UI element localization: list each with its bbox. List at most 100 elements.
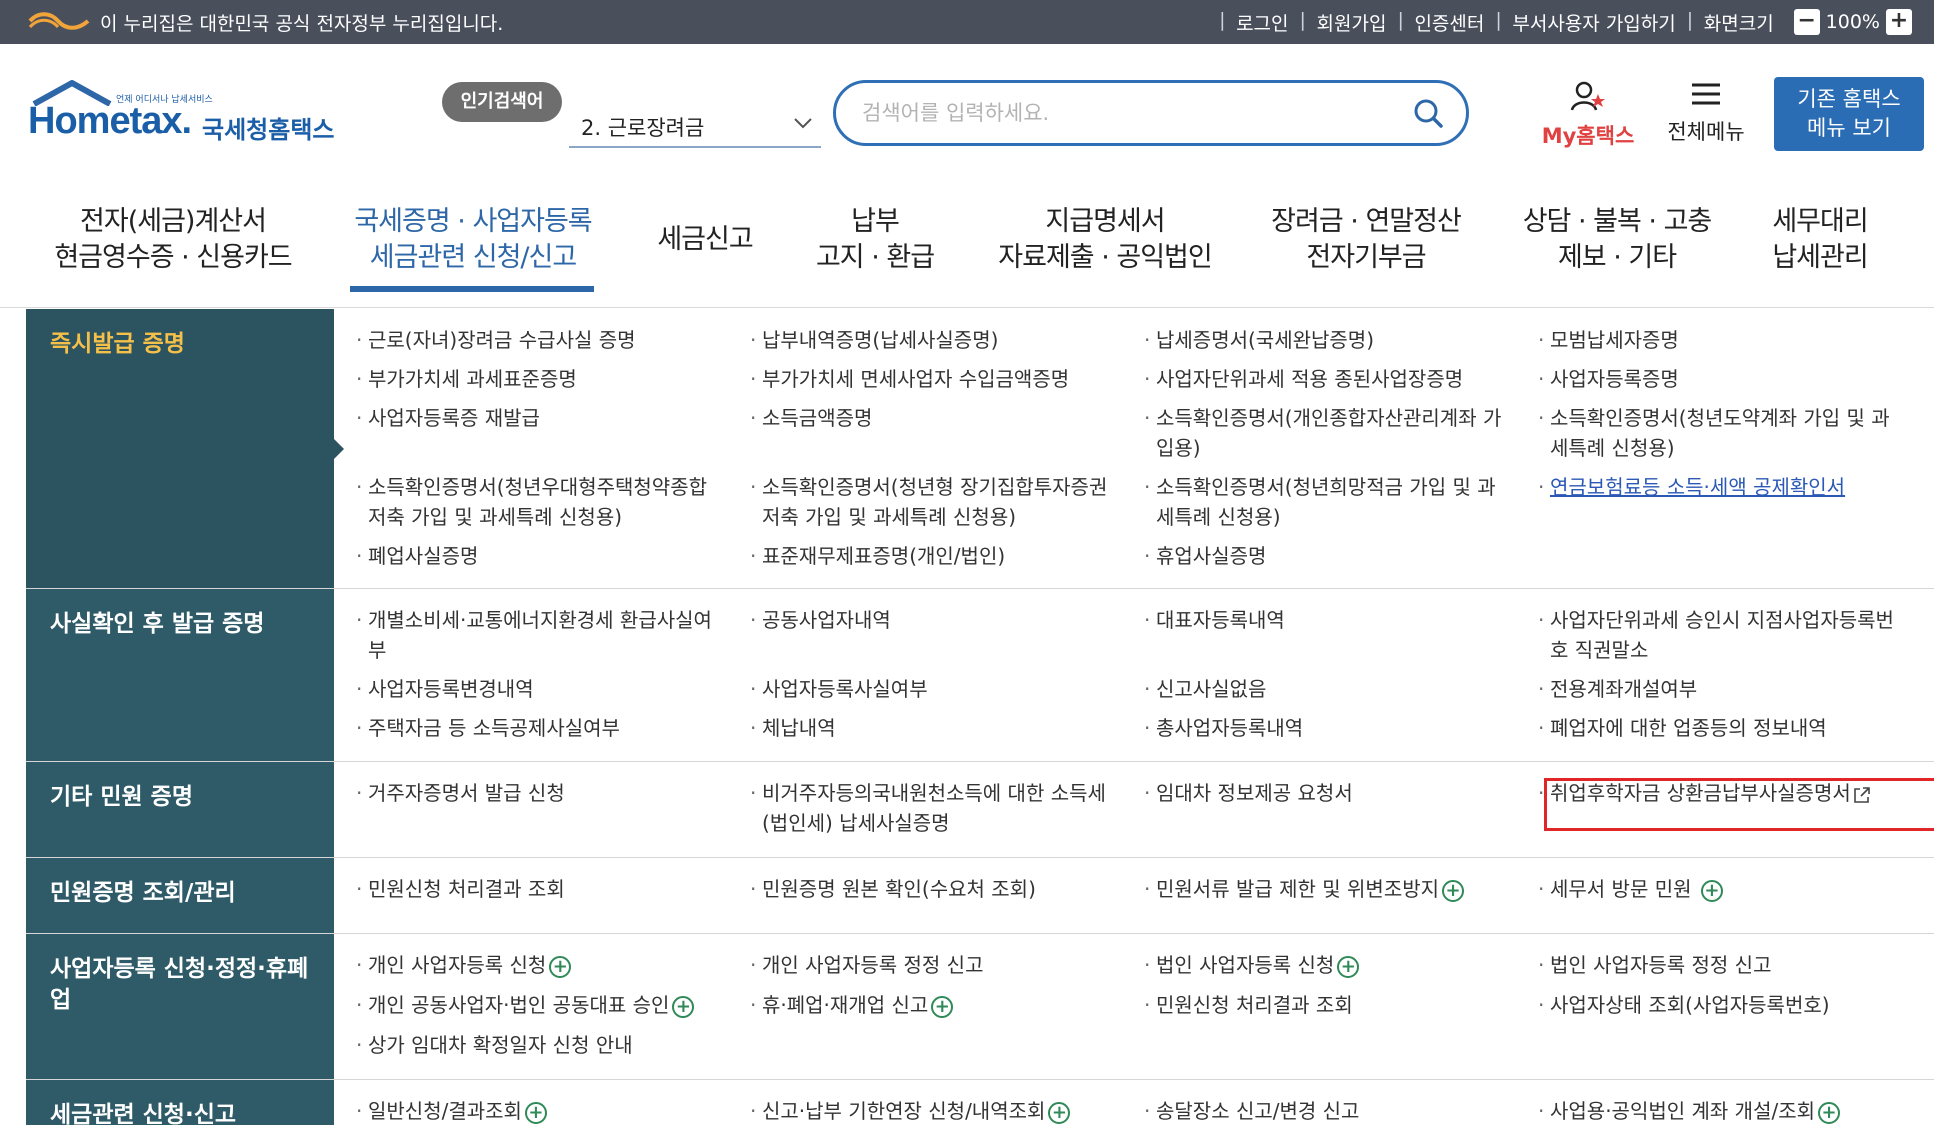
- nav-label: 국세증명 · 사업자등록: [354, 206, 592, 237]
- menu-item[interactable]: 총사업자등록내역: [1142, 713, 1502, 743]
- zoom-in-button[interactable]: +: [1886, 9, 1912, 35]
- menu-item-forgery-prevention[interactable]: 민원서류 발급 제한 및 위변조방지+: [1142, 874, 1502, 904]
- nav-label: 세금관련 신청/신고: [369, 242, 577, 273]
- menu-item[interactable]: 전용계좌개설여부: [1536, 674, 1896, 704]
- menu-item[interactable]: 사업자등록증명: [1536, 364, 1896, 394]
- cert-center-link[interactable]: 인증센터: [1397, 9, 1498, 36]
- menu-item[interactable]: 폐업자에 대한 업종등의 정보내역: [1536, 713, 1896, 743]
- menu-item[interactable]: 모범납세자증명: [1536, 325, 1896, 355]
- menu-item[interactable]: 소득금액증명: [748, 403, 1108, 433]
- login-link[interactable]: 로그인: [1219, 9, 1302, 36]
- menu-item-label: 민원서류 발급 제한 및 위변조방지: [1156, 877, 1440, 901]
- popular-keyword-select[interactable]: 2. 근로장려금: [569, 96, 821, 148]
- category-title[interactable]: 기타 민원 증명: [26, 762, 334, 857]
- menu-item[interactable]: 민원신청 처리결과 조회: [354, 874, 714, 904]
- menu-item[interactable]: 송달장소 신고/변경 신고: [1142, 1096, 1502, 1125]
- plus-circle-icon[interactable]: +: [1442, 879, 1465, 902]
- zoom-out-button[interactable]: −: [1793, 9, 1820, 35]
- nav-incentive-yearend[interactable]: 장려금 · 연말정산 전자기부금: [1254, 204, 1478, 276]
- menu-item[interactable]: 근로(자녀)장려금 수급사실 증명: [354, 325, 714, 355]
- menu-item-pension-deduction-link[interactable]: 연금보험료등 소득·세액 공제확인서: [1536, 472, 1896, 502]
- menu-item[interactable]: 공동사업자내역: [748, 605, 1108, 635]
- menu-item[interactable]: 임대차 정보제공 요청서: [1142, 778, 1502, 808]
- menu-item-tax-office-visit[interactable]: 세무서 방문 민원 +: [1536, 874, 1896, 904]
- plus-circle-icon[interactable]: +: [524, 1101, 547, 1124]
- user-icon: [1570, 81, 1605, 111]
- menu-item-general-application[interactable]: 일반신청/결과조회+: [354, 1096, 714, 1125]
- nav-payment-statement[interactable]: 지급명세서 자료제출 · 공익법인: [990, 204, 1220, 276]
- signup-link[interactable]: 회원가입: [1300, 9, 1401, 36]
- menu-item[interactable]: 부가가치세 면세사업자 수입금액증명: [748, 364, 1108, 394]
- category-title[interactable]: 민원증명 조회/관리: [26, 858, 334, 933]
- menu-item[interactable]: 민원신청 처리결과 조회: [1142, 990, 1502, 1020]
- nav-consult[interactable]: 상담 · 불복 · 고충 제보 · 기타: [1508, 204, 1726, 276]
- menu-item[interactable]: 소득확인증명서(청년도약계좌 가입 및 과세특례 신청용): [1536, 403, 1896, 463]
- search-input[interactable]: [862, 97, 1382, 129]
- section-business-registration: 사업자등록 신청·정정·휴폐업 개인 사업자등록 신청+ 개인 사업자등록 정정…: [26, 934, 1934, 1080]
- nav-e-invoice[interactable]: 전자(세금)계산서 현금영수증 · 신용카드: [48, 204, 298, 276]
- menu-item[interactable]: 표준재무제표증명(개인/법인): [748, 541, 1108, 571]
- category-title[interactable]: 사업자등록 신청·정정·휴폐업: [26, 934, 334, 1079]
- nav-label: 장려금 · 연말정산: [1271, 206, 1462, 237]
- menu-item[interactable]: 사업자등록변경내역: [354, 674, 714, 704]
- menu-item[interactable]: 휴업사실증명: [1142, 541, 1502, 571]
- menu-item[interactable]: 소득확인증명서(청년형 장기집합투자증권저축 가입 및 과세특례 신청용): [748, 472, 1108, 532]
- menu-item[interactable]: 사업자단위과세 승인시 지점사업자등록번호 직권말소: [1536, 605, 1896, 665]
- menu-item-deadline-extension[interactable]: 신고·납부 기한연장 신청/내역조회+: [748, 1096, 1138, 1125]
- dept-user-signup-link[interactable]: 부서사용자 가입하기: [1495, 9, 1689, 36]
- menu-item[interactable]: 납부내역증명(납세사실증명): [748, 325, 1108, 355]
- plus-circle-icon[interactable]: +: [672, 995, 695, 1018]
- menu-item-closure-report[interactable]: 휴·폐업·재개업 신고+: [748, 990, 1108, 1020]
- menu-item[interactable]: 대표자등록내역: [1142, 605, 1502, 635]
- plus-circle-icon[interactable]: +: [1700, 879, 1723, 902]
- menu-item-individual-registration[interactable]: 개인 사업자등록 신청+: [354, 950, 714, 980]
- menu-item[interactable]: 사업자단위과세 적용 종된사업장증명: [1142, 364, 1502, 394]
- old-menu-button[interactable]: 기존 홈택스 메뉴 보기: [1774, 77, 1924, 151]
- nav-payment[interactable]: 납부 고지 · 환급: [800, 204, 950, 276]
- category-title[interactable]: 사실확인 후 발급 증명: [26, 589, 334, 761]
- nav-label: 세무대리: [1772, 206, 1868, 237]
- menu-item[interactable]: 사업자등록사실여부: [748, 674, 1108, 704]
- all-menu-button[interactable]: 전체메뉴: [1660, 80, 1752, 146]
- menu-item[interactable]: 체납내역: [748, 713, 1108, 743]
- menu-item[interactable]: 개별소비세·교통에너지환경세 환급사실여부: [354, 605, 714, 665]
- menu-item[interactable]: 부가가치세 과세표준증명: [354, 364, 714, 394]
- menu-item[interactable]: 폐업사실증명: [354, 541, 714, 571]
- category-title[interactable]: 세금관련 신청·신고: [26, 1080, 334, 1125]
- menu-item-corporate-registration[interactable]: 법인 사업자등록 신청+: [1142, 950, 1502, 980]
- my-hometax-button[interactable]: My홈택스: [1536, 80, 1640, 150]
- menu-item[interactable]: 사업자등록증 재발급: [354, 403, 714, 433]
- menu-item[interactable]: 비거주자등의국내원천소득에 대한 소득세(법인세) 납세사실증명: [748, 778, 1108, 838]
- plus-circle-icon[interactable]: +: [1818, 1101, 1841, 1124]
- nav-tax-filing[interactable]: 세금신고: [640, 222, 770, 258]
- nav-label: 자료제출 · 공익법인: [998, 242, 1212, 273]
- nav-label: 납세관리: [1772, 242, 1868, 273]
- hometax-logo[interactable]: 언제 어디서나 납세서비스 Hometax. 국세청홈택스: [28, 80, 348, 150]
- menu-item[interactable]: 소득확인증명서(개인종합자산관리계좌 가입용): [1142, 403, 1502, 463]
- menu-item[interactable]: 상가 임대차 확정일자 신청 안내: [354, 1030, 714, 1060]
- nav-certificates[interactable]: 국세증명 · 사업자등록 세금관련 신청/신고: [342, 204, 604, 276]
- nav-tax-agent[interactable]: 세무대리 납세관리: [1760, 204, 1880, 276]
- plus-circle-icon[interactable]: +: [1048, 1101, 1071, 1124]
- menu-item[interactable]: 법인 사업자등록 정정 신고: [1536, 950, 1896, 980]
- menu-item-label: 개인 사업자등록 신청: [368, 953, 547, 977]
- menu-item-label: 개인 공동사업자·법인 공동대표 승인: [368, 993, 670, 1017]
- menu-item[interactable]: 소득확인증명서(청년우대형주택청약종합저축 가입 및 과세특례 신청용): [354, 472, 714, 532]
- category-title[interactable]: 즉시발급 증명: [26, 309, 334, 588]
- menu-item-business-account[interactable]: 사업용·공익법인 계좌 개설/조회+: [1536, 1096, 1896, 1125]
- menu-item[interactable]: 거주자증명서 발급 신청: [354, 778, 714, 808]
- main-navigation: 전자(세금)계산서 현금영수증 · 신용카드 국세증명 · 사업자등록 세금관련…: [0, 184, 1934, 308]
- menu-item[interactable]: 소득확인증명서(청년희망적금 가입 및 과세특례 신청용): [1142, 472, 1502, 532]
- menu-item[interactable]: 신고사실없음: [1142, 674, 1502, 704]
- menu-item-joint-approval[interactable]: 개인 공동사업자·법인 공동대표 승인+: [354, 990, 734, 1020]
- menu-item[interactable]: 민원증명 원본 확인(수요처 조회): [748, 874, 1108, 904]
- menu-item[interactable]: 개인 사업자등록 정정 신고: [748, 950, 1108, 980]
- plus-circle-icon[interactable]: +: [931, 995, 954, 1018]
- plus-circle-icon[interactable]: +: [549, 955, 572, 978]
- plus-circle-icon[interactable]: +: [1337, 955, 1360, 978]
- menu-item[interactable]: 사업자상태 조회(사업자등록번호): [1536, 990, 1896, 1020]
- menu-item[interactable]: 주택자금 등 소득공제사실여부: [354, 713, 714, 743]
- menu-item[interactable]: 납세증명서(국세완납증명): [1142, 325, 1502, 355]
- menu-item-label: 신고·납부 기한연장 신청/내역조회: [762, 1099, 1046, 1123]
- search-icon[interactable]: [1412, 97, 1444, 129]
